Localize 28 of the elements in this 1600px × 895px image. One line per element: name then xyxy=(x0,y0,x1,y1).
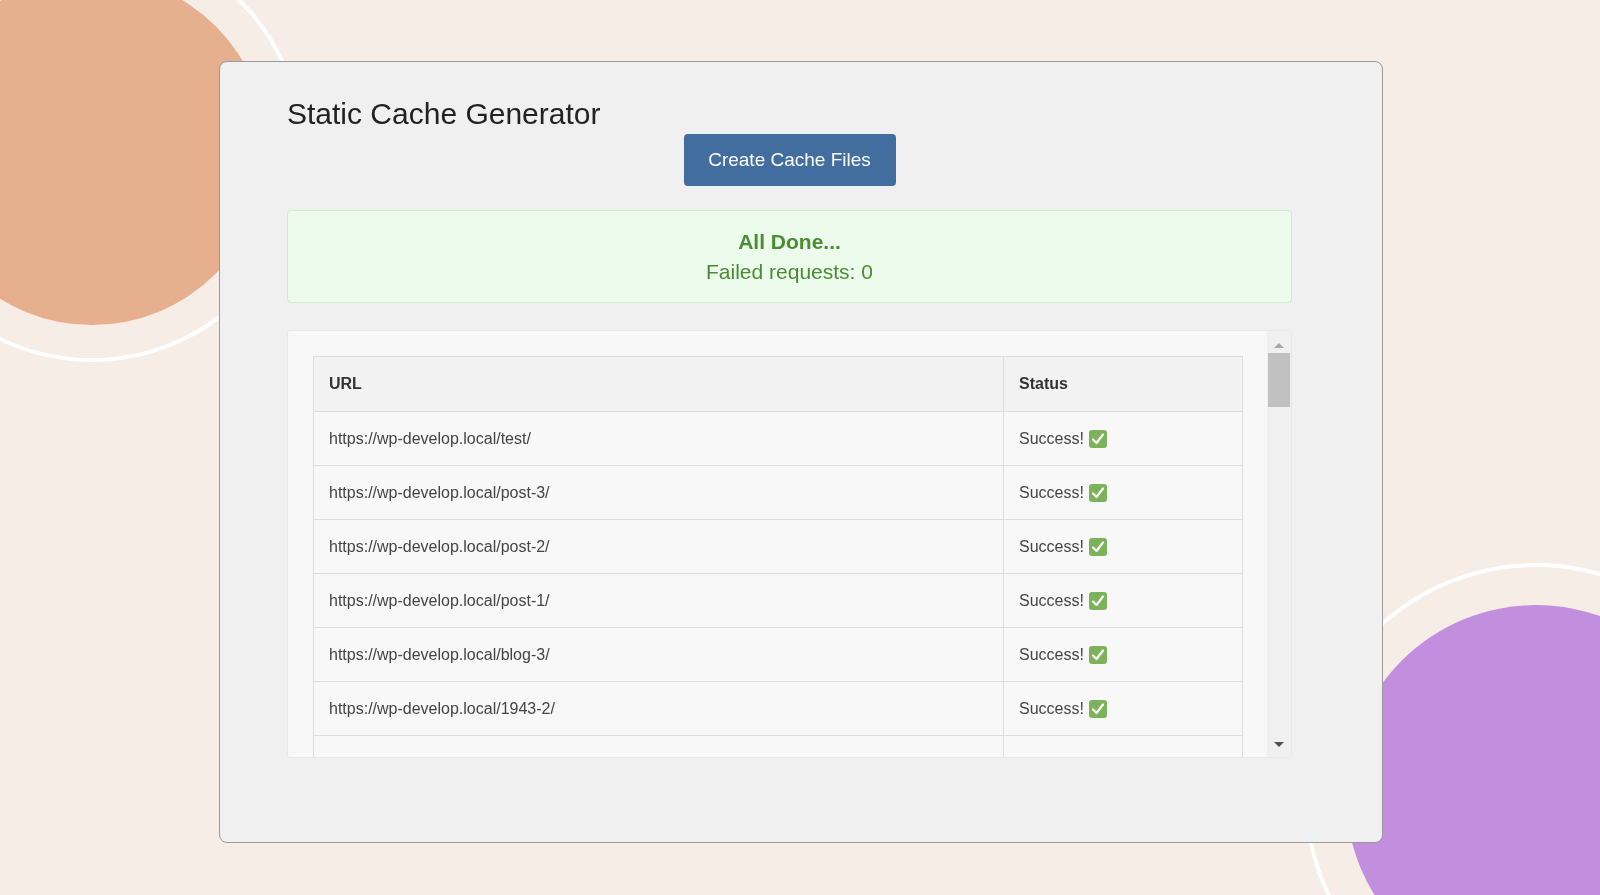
alert-heading: All Done... xyxy=(738,229,841,254)
status-text: Success! xyxy=(1019,537,1084,556)
scroll-thumb[interactable] xyxy=(1268,353,1290,407)
url-text: https://wp-develop.local/blog-3/ xyxy=(329,645,550,663)
url-text: https://wp-develop.local/post-1/ xyxy=(329,591,550,609)
column-header: URL xyxy=(313,356,1004,412)
status-text: Success! xyxy=(1019,591,1084,610)
status-text: Success! xyxy=(1019,645,1084,664)
check-icon xyxy=(1088,645,1107,664)
scrollbar[interactable] xyxy=(1267,331,1291,757)
check-icon xyxy=(1088,699,1107,718)
status-text: Success! xyxy=(1019,483,1084,502)
url-text: https://wp-develop.local/test/ xyxy=(329,429,531,447)
url-text: https://wp-develop.local/post-2/ xyxy=(329,537,550,555)
check-icon xyxy=(1088,429,1107,448)
status-text: Success! xyxy=(1019,429,1084,448)
check-icon xyxy=(1088,591,1107,610)
url-text: https://wp-develop.local/post-3/ xyxy=(329,483,550,501)
url-text: https://wp-develop.local/1943-2/ xyxy=(329,699,555,717)
create-cache-button[interactable]: Create Cache Files xyxy=(683,134,896,186)
scroll-down-icon[interactable] xyxy=(1273,741,1285,749)
check-icon xyxy=(1088,537,1107,556)
check-icon xyxy=(1088,483,1107,502)
column-header: Status xyxy=(1003,356,1243,412)
alert-message: Failed requests: 0 xyxy=(706,259,873,284)
scroll-up-icon[interactable] xyxy=(1273,341,1285,349)
page-title: Static Cache Generator xyxy=(287,96,602,132)
status-text: Success! xyxy=(1019,699,1084,718)
